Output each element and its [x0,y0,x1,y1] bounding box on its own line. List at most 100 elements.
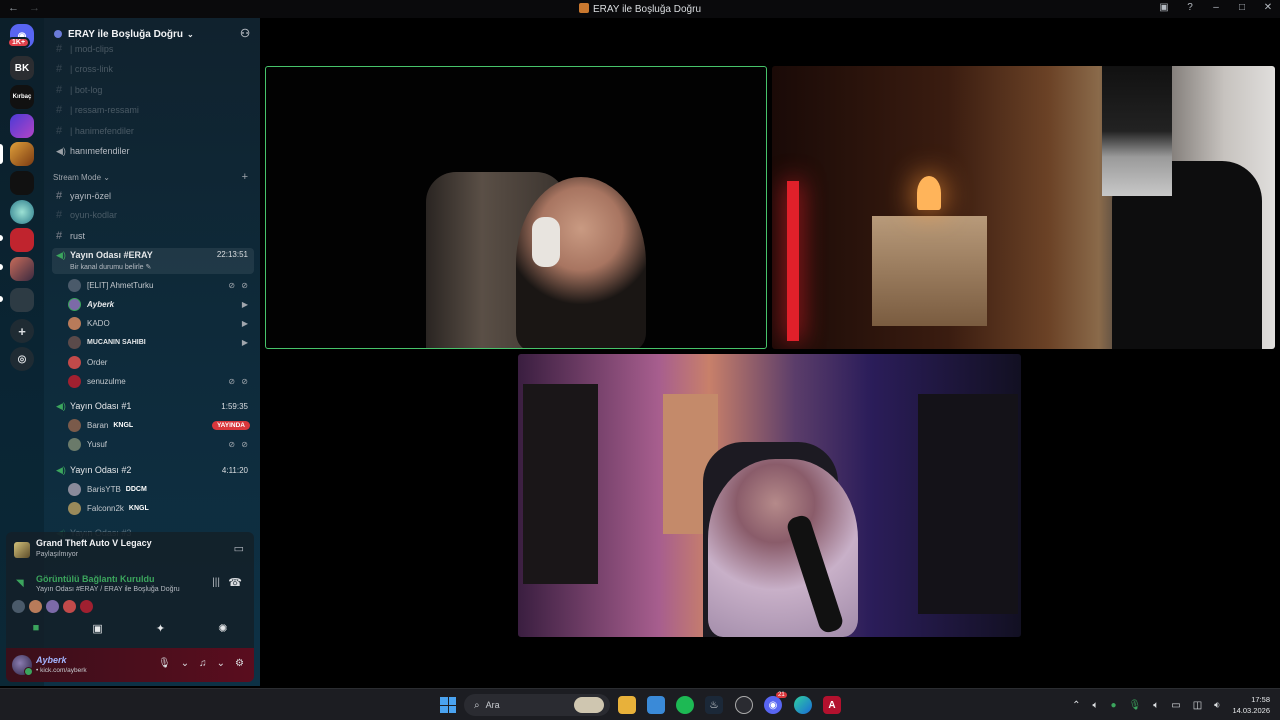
screen-share-button[interactable]: ▣ [92,622,102,635]
speaker-icon[interactable]: 🔈︎ [1153,700,1159,711]
steam-icon[interactable]: ♨ [705,696,723,714]
disconnect-icon[interactable]: ☎ [228,576,242,589]
chevron-down-icon: ⌄ [187,29,194,39]
server-icon-6[interactable] [10,200,34,224]
noise-suppression-icon[interactable]: ||| [212,577,220,588]
volume-icon[interactable]: 🔈︎ [1092,700,1098,711]
clan-tag: KNGL [113,421,134,429]
settings-gear-icon[interactable]: ⚙ [235,658,244,669]
minimize-button[interactable]: – [1210,2,1222,13]
channel-item[interactable]: # | mod-clips [52,40,254,58]
discover-button[interactable]: ◎ [10,347,34,371]
connection-location[interactable]: Yayın Odası #ERAY / ERAY ile Boşluğa Doğ… [36,586,180,593]
channel-item[interactable]: # | hanimefendiler [52,122,254,140]
category-stream-mode[interactable]: Stream Mode ⌄ + [52,171,254,183]
channel-item[interactable]: # | cross-link [52,60,254,78]
adobe-app-icon[interactable]: A [823,696,841,714]
channel-item[interactable]: # | bot-log [52,81,254,99]
maximize-button[interactable]: □ [1236,2,1248,13]
acoustic-panel [918,394,1018,614]
avatar [68,418,81,432]
soundboard-button[interactable]: ✺ [218,622,227,635]
photos-app-icon[interactable] [647,696,665,714]
close-button[interactable]: ✕ [1262,2,1274,13]
screen-share-icon[interactable]: ▭ [234,542,244,555]
voice-user[interactable]: Falconn2k KNGL [68,499,254,517]
speaker-icon[interactable]: 🔉︎ [1214,700,1220,711]
server-folder[interactable] [10,288,34,312]
server-icon-5[interactable] [10,171,34,195]
avatar [68,501,81,515]
voice-user[interactable]: Ayberk ▶ [68,295,254,313]
voice-user[interactable]: KADO ▶ [68,314,254,332]
inbox-icon[interactable]: ▣ [1158,2,1170,13]
channel-rust[interactable]: # rust [52,227,254,245]
add-channel-icon[interactable]: + [242,171,248,183]
server-icon-kirbac[interactable]: Kırbaç [10,85,34,109]
server-icon-7[interactable] [10,228,34,252]
voice-channel-main[interactable]: ◀) Yayın Odası #ERAY 22:13:51 Bir kanal … [52,248,254,274]
avatar[interactable] [80,600,93,613]
muted-deafened-icons: ⊘ ⊘ [228,280,250,290]
game-icon [14,542,30,558]
avatar[interactable] [12,600,25,613]
headphones-shape [532,217,560,267]
help-icon[interactable]: ? [1184,2,1196,13]
headphones-icon[interactable]: ♫ [199,658,207,669]
edge-browser-icon[interactable] [794,696,812,714]
live-badge[interactable]: YAYINDA [211,420,250,430]
taskbar-search[interactable]: ⌕ Ara [464,694,610,716]
voice-user[interactable]: Yusuf ⊘ ⊘ [68,435,254,453]
connection-status: Görüntülü Bağlantı Kuruldu [36,574,155,584]
file-explorer-icon[interactable] [618,696,636,714]
voice-user[interactable]: Order [68,353,254,371]
hash-icon: # [56,190,63,202]
camera-button[interactable]: ■ [33,622,40,635]
channel-yayin-ozel[interactable]: # yayın-özel [52,187,254,205]
avatar[interactable] [46,600,59,613]
display-icon[interactable]: ▭ [1171,700,1180,711]
voice-user[interactable]: BarisYTB DDCM [68,480,254,498]
voice-channel-1[interactable]: ◀) Yayın Odası #1 1:59:35 [52,397,254,415]
voice-user[interactable]: [ELIT] AhmetTurku ⊘ ⊘ [68,276,254,294]
microphone-icon[interactable]: 🎙︎ [158,658,171,669]
avatar[interactable] [63,600,76,613]
speaker-icon: ◀) [56,250,66,260]
voice-channel-hanimefendiler[interactable]: ◀) hanımefendiler [52,142,254,160]
status-dot-icon[interactable]: ● [1110,700,1116,711]
voice-user[interactable]: senuzulme ⊘ ⊘ [68,372,254,390]
server-icon-bk[interactable]: BK [10,56,34,80]
avatar[interactable] [29,600,42,613]
gog-galaxy-icon[interactable] [735,696,753,714]
voice-user[interactable]: Baran KNGL YAYINDA [68,416,254,434]
add-server-button[interactable]: + [10,319,34,343]
video-tile-speaking[interactable] [265,66,767,349]
video-tile[interactable] [772,66,1275,349]
system-clock[interactable]: 17:58 14.03.2026 [1232,694,1270,716]
chevron-down-icon[interactable]: ⌄ [181,658,189,669]
microphone-icon[interactable]: 🎙︎ [1129,700,1142,711]
signal-icon[interactable]: ◥ [16,578,24,589]
channel-oyun-kodlar[interactable]: # oyun-kodlar [52,206,254,224]
server-icon-3[interactable] [10,114,34,138]
avatar[interactable] [12,655,33,676]
channel-item[interactable]: # | ressam-ressami [52,101,254,119]
windows-start-button[interactable] [440,697,456,713]
account-name[interactable]: Ayberk [36,655,67,665]
server-icon-eray[interactable] [10,142,34,166]
video-tile[interactable] [518,354,1021,637]
channel-name: rust [70,231,86,241]
voice-user[interactable]: MUCANIN SAHIBI ▶ [68,333,254,351]
network-icon[interactable]: ◫ [1193,700,1202,711]
chevron-down-icon[interactable]: ⌄ [217,658,225,669]
chevron-up-icon[interactable]: ⌃ [1072,700,1080,711]
spotify-icon[interactable] [676,696,694,714]
voice-channel-2[interactable]: ◀) Yayın Odası #2 4:11:20 [52,461,254,479]
channel-name: Yayın Odası #1 [70,401,132,411]
discord-taskbar-icon[interactable]: ◉ [764,696,782,714]
add-member-icon[interactable]: ⚇ [240,27,250,40]
activities-button[interactable]: ✦ [156,622,165,635]
channel-status[interactable]: Bir kanal durumu belirle ✎ [70,263,151,271]
server-icon-8[interactable] [10,257,34,281]
search-icon: ⌕ [474,699,480,711]
